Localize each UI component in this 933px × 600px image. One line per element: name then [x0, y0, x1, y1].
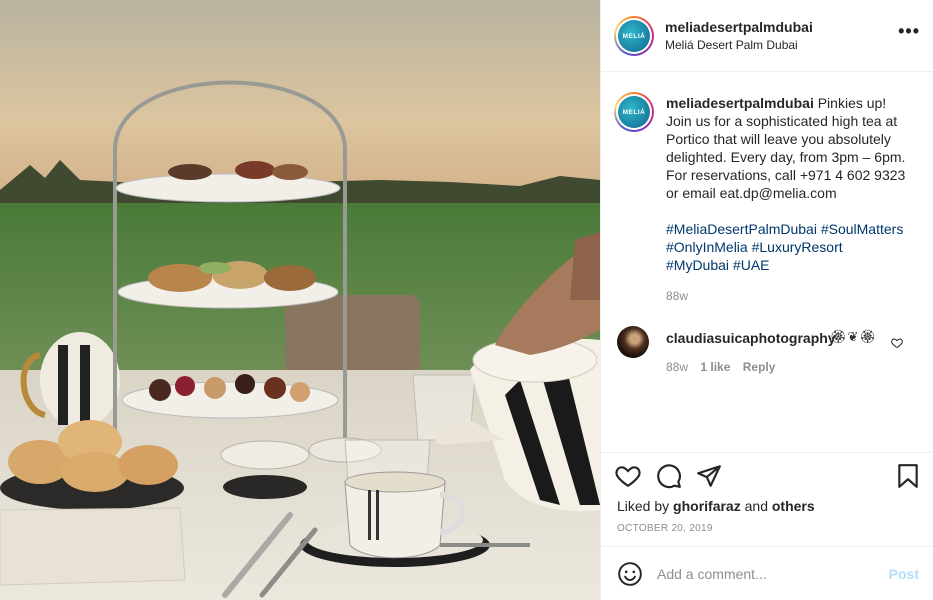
- reply-button[interactable]: Reply: [743, 360, 776, 374]
- share-icon[interactable]: [696, 463, 722, 494]
- account-avatar[interactable]: MELIÁ: [614, 16, 654, 56]
- smile-icon[interactable]: [617, 561, 643, 592]
- comment-icon[interactable]: [656, 463, 682, 494]
- caption-line: Pinkies up!: [817, 95, 887, 111]
- comment-likes[interactable]: 1 like: [700, 360, 730, 374]
- more-icon[interactable]: •••: [898, 22, 920, 40]
- post-photo[interactable]: [0, 0, 600, 600]
- caption-line: or email eat.dp@melia.com: [666, 185, 837, 201]
- hashtag-line[interactable]: #MeliaDesertPalmDubai #SoulMatters: [666, 220, 918, 238]
- comment-meta: 88w 1 like Reply: [666, 360, 784, 374]
- comment-age[interactable]: 88w: [666, 360, 688, 374]
- caption-line: For reservations, call +971 4 602 9323: [666, 167, 906, 183]
- caption-age[interactable]: 88w: [666, 289, 688, 303]
- caption-line: Portico that will leave you absolutely: [666, 131, 891, 147]
- post-button[interactable]: Post: [889, 566, 919, 582]
- hashtag-line[interactable]: #MyDubai #UAE: [666, 256, 918, 274]
- comment-username[interactable]: claudiasuicaphotography: [666, 330, 836, 346]
- post-caption: meliadesertpalmdubai Pinkies up! Join us…: [666, 94, 918, 274]
- post-header: MELIÁ meliadesertpalmdubai Meliá Desert …: [601, 0, 933, 72]
- comment-text: 🏵❦🏵: [830, 329, 877, 344]
- post-sidebar: MELIÁ meliadesertpalmdubai Meliá Desert …: [600, 0, 933, 600]
- header-username[interactable]: meliadesertpalmdubai: [665, 19, 813, 35]
- location-link[interactable]: Meliá Desert Palm Dubai: [665, 38, 798, 52]
- comment-item: claudiasuicaphotography 🏵❦🏵 88w 1 like R…: [601, 324, 933, 384]
- liked-by: Liked by ghorifaraz and others: [617, 498, 815, 514]
- post-actions: Liked by ghorifaraz and others OCTOBER 2…: [601, 452, 933, 546]
- hashtag-line[interactable]: #OnlyInMelia #LuxuryResort: [666, 238, 918, 256]
- heart-icon[interactable]: [615, 463, 641, 494]
- avatar-logo: MELIÁ: [618, 20, 650, 52]
- add-comment-bar: Add a comment... Post: [601, 546, 933, 600]
- high-tea-photo: [0, 0, 600, 600]
- bookmark-icon[interactable]: [895, 463, 921, 494]
- liked-by-and: and: [744, 498, 768, 514]
- caption-block: MELIÁ meliadesertpalmdubai Pinkies up! J…: [601, 72, 933, 452]
- liked-by-user[interactable]: ghorifaraz: [673, 498, 741, 514]
- comment-input[interactable]: Add a comment...: [657, 566, 767, 582]
- liked-by-others[interactable]: others: [772, 498, 815, 514]
- commenter-avatar[interactable]: [617, 326, 649, 358]
- avatar-logo: MELIÁ: [618, 96, 650, 128]
- comment-like-icon[interactable]: [891, 336, 903, 354]
- caption-line: Join us for a sophisticated high tea at: [666, 113, 898, 129]
- caption-username[interactable]: meliadesertpalmdubai: [666, 95, 814, 111]
- caption-avatar[interactable]: MELIÁ: [614, 92, 654, 132]
- caption-line: delighted. Every day, from 3pm – 6pm.: [666, 149, 906, 165]
- liked-by-prefix: Liked by: [617, 498, 670, 514]
- post-date[interactable]: OCTOBER 20, 2019: [617, 523, 713, 534]
